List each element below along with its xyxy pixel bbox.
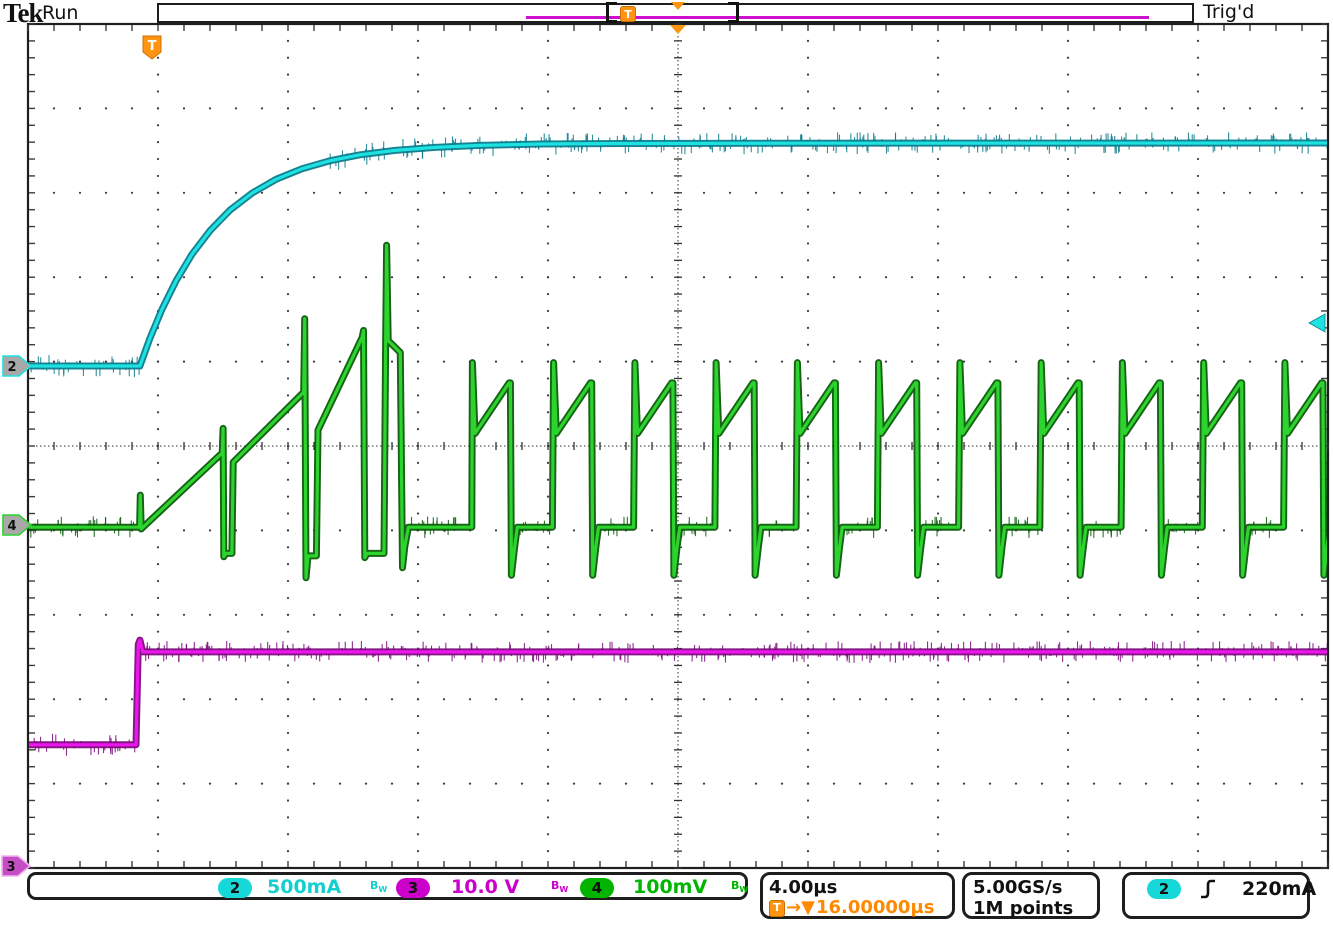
svg-text:4: 4: [7, 519, 16, 534]
ch2-ground-marker[interactable]: 2: [3, 356, 31, 376]
ch3-badge[interactable]: 3: [396, 878, 430, 898]
timebase-scale: 4.00µs: [769, 877, 946, 898]
trigger-readout-box[interactable]: 2 220mA: [1122, 872, 1310, 919]
ch3-scale: 10.0 V: [451, 876, 519, 898]
svg-text:3: 3: [6, 860, 15, 875]
channel-readouts-box[interactable]: 2 500mA BW 3 10.0 V BW 4 100mV BW: [27, 872, 748, 900]
oscilloscope-screen: { "header": { "logo": "Tek", "acq_state"…: [0, 0, 1333, 938]
rising-edge-icon: [1197, 877, 1219, 901]
ch4-scale: 100mV: [633, 876, 707, 898]
ch3-ground-marker[interactable]: 3: [2, 856, 30, 876]
trigger-source-badge[interactable]: 2: [1147, 879, 1181, 899]
trigger-delay-t-icon: T: [769, 900, 785, 917]
sample-rate: 5.00GS/s: [973, 877, 1089, 898]
ch4-bandwidth-icon: BW: [731, 879, 748, 894]
ch2-bandwidth-icon: BW: [370, 879, 387, 894]
ch2-scale: 500mA: [267, 876, 341, 898]
ch3-bandwidth-icon: BW: [551, 879, 568, 894]
svg-text:T: T: [148, 39, 157, 54]
trigger-delay-readout: T→▼16.00000µs: [769, 898, 946, 918]
acquisition-readout-box[interactable]: 5.00GS/s 1M points: [962, 872, 1100, 919]
record-length: 1M points: [973, 898, 1089, 919]
ch2-badge[interactable]: 2: [218, 878, 252, 898]
horizontal-readout-box[interactable]: 4.00µs T→▼16.00000µs: [760, 872, 955, 919]
ch4-badge[interactable]: 4: [580, 878, 614, 898]
graticule-display: T 2 4 3: [0, 0, 1333, 938]
ch4-ground-marker[interactable]: 4: [3, 515, 31, 535]
trigger-level: 220mA: [1242, 878, 1316, 900]
svg-text:2: 2: [7, 360, 16, 375]
